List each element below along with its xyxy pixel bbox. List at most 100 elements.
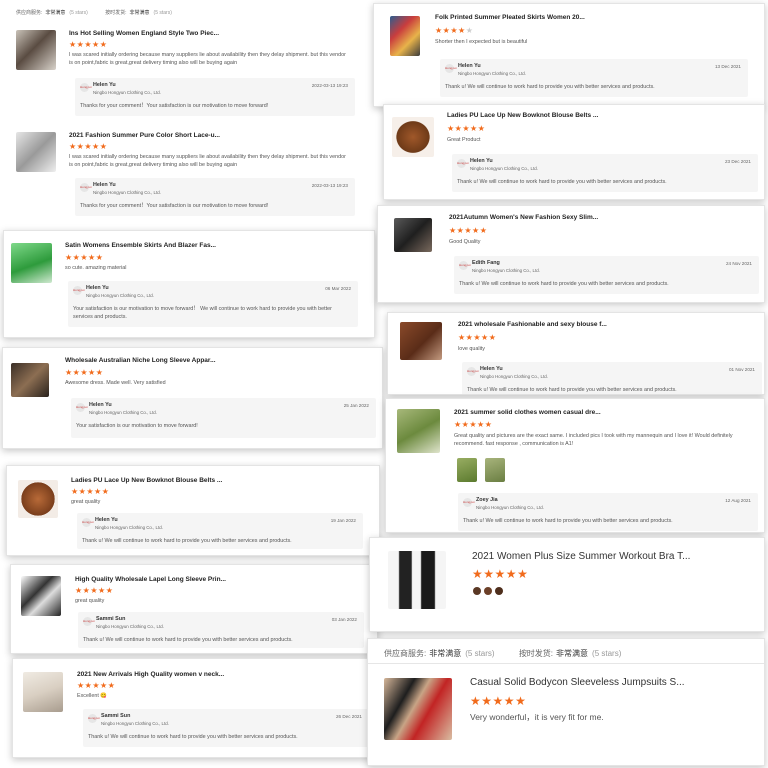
service-label: 供应商服务:: [16, 10, 43, 16]
product-title[interactable]: High Quality Wholesale Lapel Long Sleeve…: [75, 576, 285, 583]
product-thumbnail[interactable]: [23, 672, 63, 712]
star-icon: ★: [88, 253, 96, 262]
seller-logo: Hongyun: [73, 286, 85, 295]
product-thumbnail[interactable]: [11, 243, 52, 283]
product-thumbnail[interactable]: [400, 322, 442, 360]
ship-label: 按时发货:: [105, 10, 127, 16]
star-icon: ★: [105, 586, 114, 595]
review-text: Awesome dress. Made well. Very satisfied: [65, 380, 166, 386]
rating-summary-header: 供应商服务: 非常满意 (5 stars) 按时发货: 非常满意 (5 stars): [384, 648, 621, 659]
color-swatch[interactable]: [484, 587, 492, 595]
star-icon: ★: [90, 586, 99, 595]
review-photo[interactable]: [457, 458, 477, 482]
star-icon: ★: [458, 26, 466, 35]
reply-message: Thank u! We will continue to work hard t…: [82, 538, 292, 544]
product-title[interactable]: 2021 Fashion Summer Pure Color Short Lac…: [69, 132, 279, 139]
reply-message: Your satisfaction is our motivation to m…: [73, 306, 332, 320]
product-thumbnail[interactable]: [16, 132, 56, 172]
seller-logo: Hongyun: [82, 518, 94, 527]
divider: [368, 663, 764, 664]
star-icon: ★: [92, 142, 100, 151]
product-thumbnail[interactable]: [21, 576, 61, 616]
star-icon: ★: [492, 694, 504, 708]
product-title[interactable]: Ladies PU Lace Up New Bowknot Blouse Bel…: [447, 112, 667, 119]
review-card: High Quality Wholesale Lapel Long Sleeve…: [10, 564, 378, 654]
seller-reply: Hongyun Zoey Jia Ningbo Hongyun Clothing…: [458, 493, 758, 531]
product-title[interactable]: Folk Printed Summer Pleated Skirts Women…: [435, 14, 655, 21]
star-icon: ★: [88, 368, 96, 377]
star-icon: ★: [505, 567, 518, 581]
star-icon: ★: [94, 487, 102, 496]
star-icon: ★: [477, 420, 485, 429]
review-photo[interactable]: [485, 458, 505, 482]
rating-stars: ★★★★★: [447, 124, 485, 133]
star-icon: ★: [479, 226, 488, 235]
reply-date: 2022-03-13 19:23: [311, 183, 348, 188]
rating-summary-header: 供应商服务: 非常满意 (5 stars) 按时发货: 非常满意 (5 stars): [16, 9, 172, 16]
reply-message: Thanks for your comment！Your satisfactio…: [80, 103, 269, 109]
review-card: Folk Printed Summer Pleated Skirts Women…: [373, 3, 765, 107]
star-icon: ★: [92, 40, 100, 49]
product-thumbnail[interactable]: [388, 551, 446, 609]
reply-author: Edith Fang: [472, 260, 500, 266]
review-text: Excellent 😋: [77, 693, 108, 699]
seller-logo: Hongyun: [459, 261, 471, 270]
rating-stars: ★★★★★: [69, 142, 107, 151]
reply-author: Helen Yu: [93, 182, 116, 188]
ship-value: 非常满意: [556, 649, 589, 658]
seller-reply: Hongyun Helen Yu Ningbo Hongyun Clothing…: [71, 398, 376, 438]
review-text: love quality: [458, 346, 485, 352]
star-icon: ★: [473, 333, 482, 342]
reply-company: Ningbo Hongyun Clothing Co., Ltd.: [93, 90, 161, 95]
star-icon: ★: [449, 226, 457, 235]
star-icon: ★: [458, 333, 466, 342]
product-title[interactable]: 2021Autumn Women's New Fashion Sexy Slim…: [449, 214, 669, 221]
star-icon: ★: [80, 368, 89, 377]
product-title[interactable]: Wholesale Australian Niche Long Sleeve A…: [65, 357, 275, 364]
reply-author: Helen Yu: [86, 285, 109, 291]
product-thumbnail[interactable]: [397, 409, 440, 453]
rating-stars: ★★★★★: [458, 333, 496, 342]
product-thumbnail[interactable]: [384, 678, 452, 740]
ship-value: 非常满意: [129, 10, 150, 16]
star-icon: ★: [488, 333, 497, 342]
product-title[interactable]: 2021 wholesale Fashionable and sexy blou…: [458, 321, 678, 328]
rating-stars: ★★★★★: [77, 681, 115, 690]
seller-reply: Hongyun Helen Yu Ningbo Hongyun Clothing…: [452, 154, 758, 192]
product-title[interactable]: Satin Womens Ensemble Skirts And Blazer …: [65, 242, 275, 249]
seller-reply: Hongyun Helen Yu Ningbo Hongyun Clothing…: [440, 59, 748, 97]
star-icon: ★: [483, 567, 495, 581]
star-icon: ★: [454, 420, 462, 429]
star-icon: ★: [464, 226, 473, 235]
reply-message: Thank u! We will continue to work hard t…: [457, 179, 667, 185]
product-thumbnail[interactable]: [11, 363, 49, 397]
star-icon: ★: [503, 694, 516, 708]
color-swatch[interactable]: [495, 587, 503, 595]
product-thumbnail[interactable]: [16, 30, 56, 70]
product-thumbnail[interactable]: [394, 218, 432, 252]
product-title[interactable]: 2021 summer solid clothes women casual d…: [454, 409, 674, 416]
star-icon: ★: [472, 226, 480, 235]
ship-stars: (5 stars): [153, 10, 172, 16]
reply-company: Ningbo Hongyun Clothing Co., Ltd.: [89, 410, 157, 415]
product-title[interactable]: Casual Solid Bodycon Sleeveless Jumpsuit…: [470, 677, 730, 688]
product-title[interactable]: Ins Hot Selling Women England Style Two …: [69, 30, 279, 37]
reply-message: Thank u! We will continue to work hard t…: [459, 281, 669, 287]
rating-stars: ★★★★★: [449, 226, 487, 235]
reply-author: Helen Yu: [93, 82, 116, 88]
color-swatch[interactable]: [473, 587, 481, 595]
product-title[interactable]: Ladies PU Lace Up New Bowknot Blouse Bel…: [71, 477, 281, 484]
reply-message: Thank u! We will continue to work hard t…: [467, 387, 677, 393]
star-icon: ★: [65, 368, 73, 377]
product-title[interactable]: 2021 Women Plus Size Summer Workout Bra …: [472, 551, 732, 562]
star-icon: ★: [517, 567, 529, 581]
reply-company: Ningbo Hongyun Clothing Co., Ltd.: [86, 293, 154, 298]
reply-date: 12 Aug 2021: [725, 498, 751, 503]
product-thumbnail[interactable]: [390, 16, 420, 56]
seller-logo: Hongyun: [76, 403, 88, 412]
product-title[interactable]: 2021 New Arrivals High Quality women v n…: [77, 671, 287, 678]
product-thumbnail[interactable]: [392, 117, 434, 157]
review-card: Satin Womens Ensemble Skirts And Blazer …: [3, 230, 375, 338]
review-card: 2021 Fashion Summer Pure Color Short Lac…: [8, 122, 362, 226]
product-thumbnail[interactable]: [18, 480, 58, 518]
